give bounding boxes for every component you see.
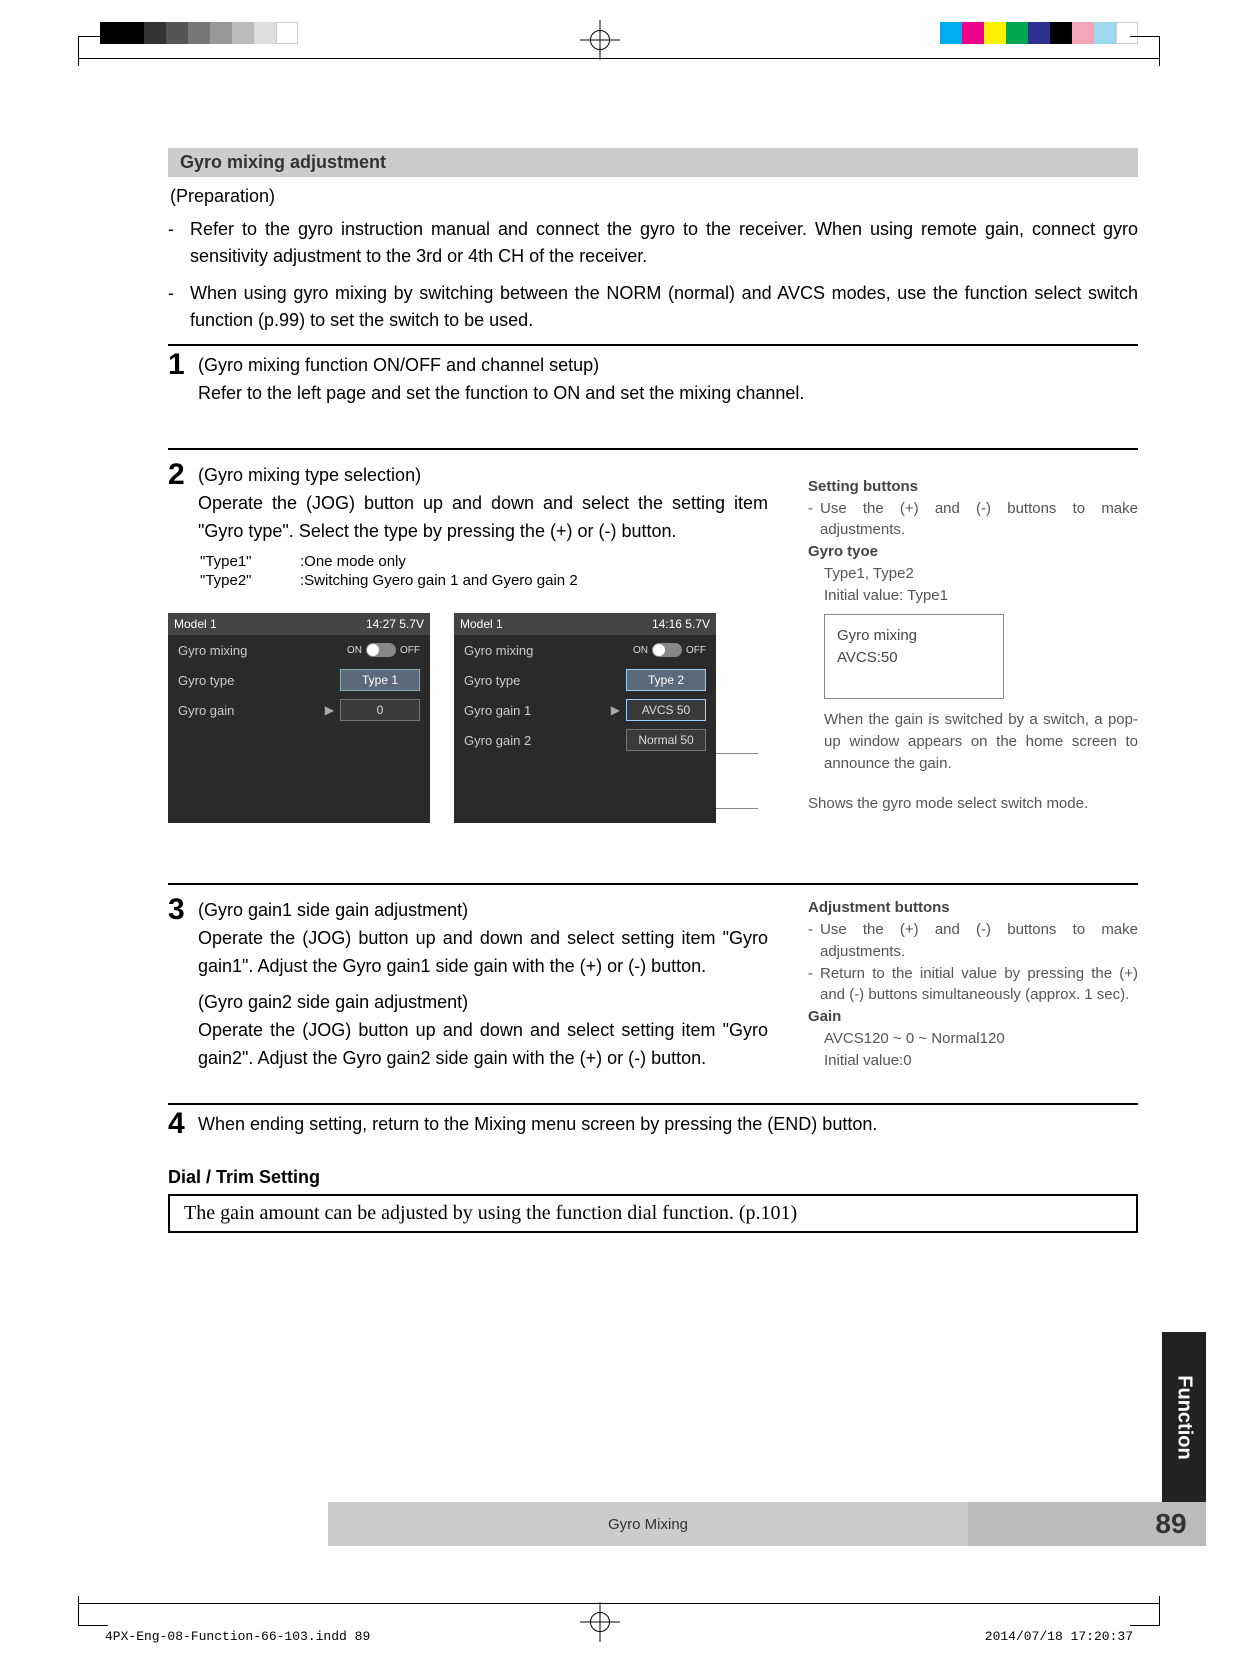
- print-metadata: 4PX-Eng-08-Function-66-103.indd 89 2014/…: [105, 1629, 1133, 1644]
- gyro-type-title: Gyro tyoe: [808, 541, 1138, 563]
- play-icon: ▶: [611, 703, 620, 717]
- page-number: 89: [1136, 1502, 1206, 1546]
- preparation-label: (Preparation): [170, 183, 1138, 210]
- screen-row-label: Gyro mixing: [178, 643, 247, 658]
- screen-row-label: Gyro gain 2: [464, 733, 531, 748]
- step-number: 1: [168, 350, 198, 380]
- crop-mark-icon: [1130, 36, 1160, 66]
- step-text: Refer to the left page and set the funct…: [198, 383, 804, 403]
- registration-marks-top: [0, 14, 1238, 54]
- print-file-path: 4PX-Eng-08-Function-66-103.indd 89: [105, 1629, 370, 1644]
- color-swatches: [940, 22, 1138, 44]
- screen-type2: Model 1 14:16 5.7V Gyro mixing ONOFF Gyr…: [454, 613, 716, 823]
- screen-row-label: Gyro mixing: [464, 643, 533, 658]
- gyro-type-values: Type1, Type2: [824, 563, 1138, 585]
- bullet-item: -Refer to the gyro instruction manual an…: [168, 216, 1138, 270]
- step-number: 2: [168, 460, 198, 490]
- callout-line-icon: [716, 808, 758, 809]
- dial-heading: Dial / Trim Setting: [168, 1167, 1138, 1188]
- registration-cross-icon: [580, 20, 620, 60]
- gain-range: AVCS120 ~ 0 ~ Normal120: [824, 1028, 1138, 1050]
- play-icon: ▶: [325, 703, 334, 717]
- page-content: Gyro mixing adjustment (Preparation) -Re…: [168, 148, 1138, 1542]
- type-button[interactable]: Type 1: [340, 669, 420, 691]
- callout-line-icon: [716, 753, 758, 754]
- screen-model: Model 1: [460, 617, 503, 631]
- gyro-type-initial: Initial value: Type1: [824, 585, 1138, 607]
- screen-row-label: Gyro type: [464, 673, 520, 688]
- callout-text: Shows the gyro mode select switch mode.: [808, 793, 1138, 815]
- step-title: (Gyro gain1 side gain adjustment): [198, 900, 468, 920]
- step-text: Operate the (JOG) button up and down and…: [198, 490, 768, 546]
- setting-buttons-text: Use the (+) and (-) buttons to make adju…: [820, 498, 1138, 542]
- screen-row-label: Gyro gain: [178, 703, 234, 718]
- step-text: Operate the (JOG) button up and down and…: [198, 925, 768, 981]
- screen-row-label: Gyro gain 1: [464, 703, 531, 718]
- adj-text: Return to the initial value by pressing …: [820, 963, 1138, 1007]
- popup-preview: Gyro mixing AVCS:50: [824, 614, 1004, 699]
- toggle-switch[interactable]: ONOFF: [347, 643, 420, 657]
- step-4: 4 When ending setting, return to the Mix…: [168, 1103, 1138, 1139]
- toggle-switch[interactable]: ONOFF: [633, 643, 706, 657]
- screen-time: 14:16 5.7V: [652, 617, 710, 631]
- gain-value-button[interactable]: 0: [340, 699, 420, 721]
- adj-text: Use the (+) and (-) buttons to make adju…: [820, 919, 1138, 963]
- gain-initial: Initial value:0: [824, 1050, 1138, 1072]
- step-1: 1 (Gyro mixing function ON/OFF and chann…: [168, 344, 1138, 408]
- gain-value-button[interactable]: AVCS 50: [626, 699, 706, 721]
- dial-info-box: The gain amount can be adjusted by using…: [168, 1194, 1138, 1233]
- side-tab-function: Function: [1162, 1332, 1206, 1502]
- page-footer: Gyro Mixing 89: [168, 1502, 1206, 1546]
- crop-mark-icon: [78, 36, 108, 66]
- step-text: When ending setting, return to the Mixin…: [198, 1114, 877, 1134]
- bullet-item: -When using gyro mixing by switching bet…: [168, 280, 1138, 334]
- step-title: (Gyro gain2 side gain adjustment): [198, 992, 468, 1012]
- side-notes: Adjustment buttons -Use the (+) and (-) …: [808, 897, 1138, 1072]
- type-button[interactable]: Type 2: [626, 669, 706, 691]
- screen-model: Model 1: [174, 617, 217, 631]
- side-notes: Setting buttons -Use the (+) and (-) but…: [808, 462, 1138, 824]
- screen-time: 14:27 5.7V: [366, 617, 424, 631]
- step-title: (Gyro mixing type selection): [198, 465, 421, 485]
- screen-type1: Model 1 14:27 5.7V Gyro mixing ONOFF Gyr…: [168, 613, 430, 823]
- step-text: Operate the (JOG) button up and down and…: [198, 1017, 768, 1073]
- adj-buttons-title: Adjustment buttons: [808, 897, 1138, 919]
- step-2: 2 (Gyro mixing type selection) Operate t…: [168, 448, 1138, 824]
- print-timestamp: 2014/07/18 17:20:37: [985, 1629, 1133, 1644]
- gain-value-button[interactable]: Normal 50: [626, 729, 706, 751]
- setting-buttons-title: Setting buttons: [808, 476, 1138, 498]
- section-title: Gyro mixing adjustment: [168, 148, 1138, 177]
- step-number: 3: [168, 895, 198, 925]
- device-screenshots: Model 1 14:27 5.7V Gyro mixing ONOFF Gyr…: [168, 613, 768, 823]
- gain-title: Gain: [808, 1006, 1138, 1028]
- step-number: 4: [168, 1109, 198, 1139]
- popup-note: When the gain is switched by a switch, a…: [824, 709, 1138, 774]
- grayscale-swatches: [100, 22, 298, 44]
- step-title: (Gyro mixing function ON/OFF and channel…: [198, 355, 599, 375]
- step-3: 3 (Gyro gain1 side gain adjustment) Oper…: [168, 883, 1138, 1072]
- footer-title: Gyro Mixing: [328, 1502, 968, 1546]
- screen-row-label: Gyro type: [178, 673, 234, 688]
- type-definitions: "Type1":One mode only "Type2":Switching …: [200, 553, 768, 589]
